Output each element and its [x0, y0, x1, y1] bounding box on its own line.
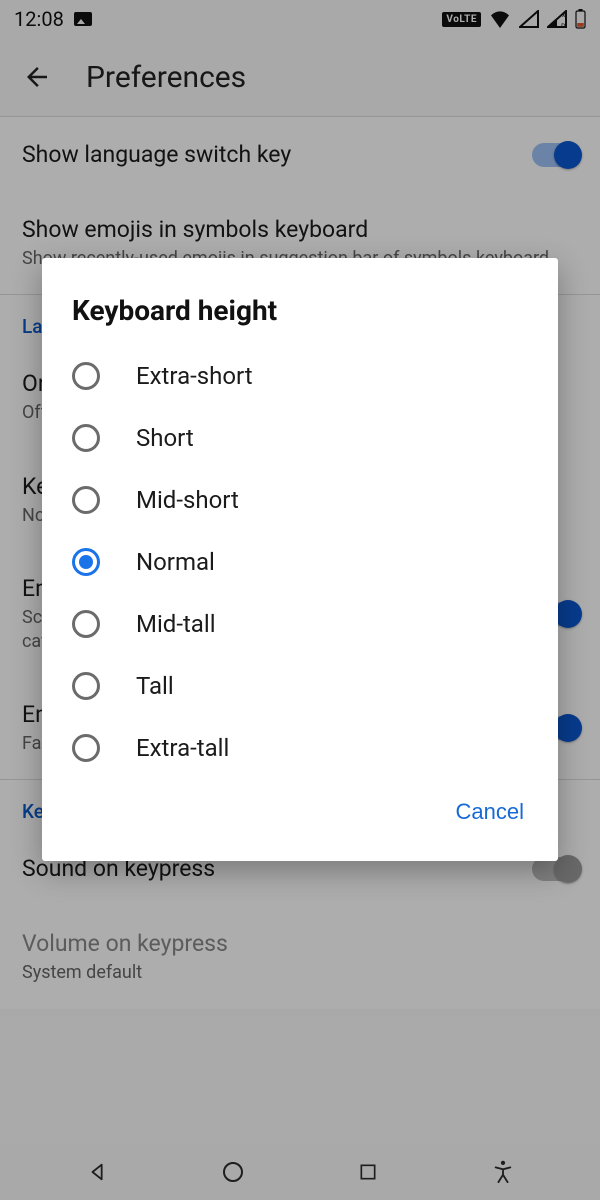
option-mid-short[interactable]: Mid-short: [42, 469, 558, 531]
screen: 12:08 VoLTE xR Preferences Show language…: [0, 0, 600, 1200]
radio-icon: [72, 610, 100, 638]
radio-icon: [72, 362, 100, 390]
option-extra-short[interactable]: Extra-short: [42, 345, 558, 407]
option-label: Tall: [136, 672, 174, 700]
keyboard-height-dialog: Keyboard height Extra-short Short Mid-shor…: [42, 258, 558, 861]
cancel-button[interactable]: Cancel: [450, 791, 530, 833]
radio-icon: [72, 486, 100, 514]
option-tall[interactable]: Tall: [42, 655, 558, 717]
option-label: Mid-tall: [136, 610, 216, 638]
option-normal[interactable]: Normal: [42, 531, 558, 593]
radio-icon: [72, 424, 100, 452]
option-short[interactable]: Short: [42, 407, 558, 469]
radio-icon: [72, 672, 100, 700]
option-extra-tall[interactable]: Extra-tall: [42, 717, 558, 779]
option-label: Short: [136, 424, 194, 452]
option-label: Normal: [136, 548, 215, 576]
option-label: Extra-tall: [136, 734, 229, 762]
radio-icon: [72, 734, 100, 762]
option-mid-tall[interactable]: Mid-tall: [42, 593, 558, 655]
dialog-options: Extra-short Short Mid-short Normal Mid-tall T…: [42, 345, 558, 779]
option-label: Extra-short: [136, 362, 253, 390]
option-label: Mid-short: [136, 486, 239, 514]
dialog-title: Keyboard height: [42, 288, 558, 345]
radio-icon: [72, 548, 100, 576]
